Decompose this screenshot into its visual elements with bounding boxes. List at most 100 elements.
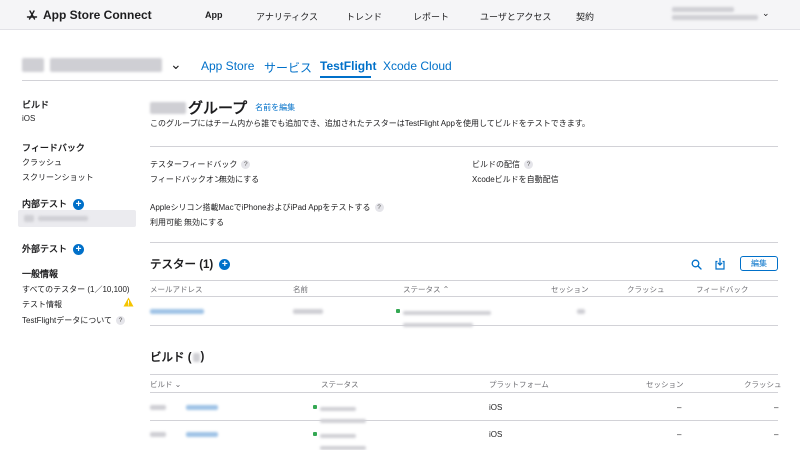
nav-reports[interactable]: レポート: [413, 10, 449, 23]
column-header-build[interactable]: ビルド ⌄: [150, 379, 181, 390]
nav-trends[interactable]: トレンド: [346, 10, 382, 23]
app-store-icon: [26, 10, 38, 20]
column-header-status[interactable]: ステータス ⌃: [403, 284, 449, 295]
build-distribution-label: ビルドの配信?: [472, 159, 533, 170]
group-description: このグループにはチーム内から誰でも追加でき、追加されたテスターはTestFlig…: [150, 119, 590, 128]
tester-email-redacted: [150, 309, 204, 314]
table-divider: [150, 296, 778, 297]
brand-name: App Store Connect: [43, 8, 152, 22]
build-platform: iOS: [489, 430, 503, 439]
column-header-crashes[interactable]: クラッシュ: [627, 284, 665, 295]
disable-apple-silicon-link[interactable]: 無効にする: [184, 217, 224, 228]
column-header-build-label: ビルド: [150, 380, 173, 389]
table-divider: [150, 420, 778, 421]
app-icon-redacted: [22, 57, 44, 72]
column-header-feedback[interactable]: フィードバック: [696, 284, 748, 295]
help-icon[interactable]: ?: [374, 203, 384, 213]
help-icon[interactable]: ?: [241, 160, 251, 170]
status-dot-icon: [313, 431, 317, 436]
chevron-down-icon: ⌄: [762, 8, 770, 18]
status-text-redacted: [403, 311, 491, 315]
divider: [150, 146, 778, 147]
build-version-redacted: [150, 432, 166, 437]
feedback-on-label: フィードバックオン: [150, 175, 222, 184]
column-header-platform[interactable]: プラットフォーム: [489, 379, 549, 390]
app-name-redacted: [50, 57, 162, 72]
column-header-email[interactable]: メールアドレス: [150, 284, 203, 295]
build-distribution-text: ビルドの配信: [472, 160, 520, 169]
add-internal-group-icon[interactable]: +: [73, 199, 85, 211]
tab-xcode-cloud[interactable]: Xcode Cloud: [383, 59, 452, 73]
sidebar-heading-external-label: 外部テスト: [22, 244, 68, 254]
sidebar-item-ios[interactable]: iOS: [22, 114, 35, 123]
table-divider: [150, 325, 778, 326]
add-tester-icon[interactable]: +: [219, 258, 231, 270]
auto-distribute-label: Xcodeビルドを自動配信: [472, 175, 559, 184]
chevron-up-icon: ⌃: [442, 285, 450, 294]
tab-app-store[interactable]: App Store: [201, 59, 254, 73]
sidebar-item-screenshots[interactable]: スクリーンショット: [22, 172, 94, 183]
export-icon[interactable]: [714, 257, 726, 270]
add-external-group-icon[interactable]: +: [73, 244, 85, 256]
sidebar-heading-general: 一般情報: [22, 269, 59, 279]
tester-name-redacted: [293, 309, 323, 314]
column-header-name[interactable]: 名前: [293, 284, 308, 295]
account-name-redacted: [672, 7, 734, 12]
builds-title-prefix: ビルド (: [150, 352, 192, 364]
apple-silicon-label: Appleシリコン搭載MacでiPhoneおよびiPad Appをテストする?: [150, 202, 384, 213]
group-name-redacted: [150, 101, 186, 114]
sidebar-item-internal-group[interactable]: [18, 210, 136, 227]
build-status-redacted: [320, 434, 356, 438]
sidebar-heading-internal-label: 内部テスト: [22, 199, 68, 209]
column-header-build-sessions[interactable]: セッション: [646, 379, 684, 390]
app-switcher[interactable]: ⌄: [22, 56, 182, 73]
build-number-redacted: [186, 432, 218, 437]
group-icon-redacted: [24, 215, 34, 222]
divider: [22, 80, 778, 81]
build-platform: iOS: [489, 403, 503, 412]
tab-testflight[interactable]: TestFlight: [320, 59, 376, 73]
testers-title-text: テスター (1): [150, 259, 214, 271]
build-crashes: –: [774, 430, 779, 439]
column-header-build-crashes[interactable]: クラッシュ: [744, 379, 782, 390]
nav-analytics[interactable]: アナリティクス: [256, 10, 318, 23]
build-date-redacted: [320, 446, 366, 450]
sidebar-heading-feedback: フィードバック: [22, 143, 85, 153]
tab-services[interactable]: サービス: [264, 59, 312, 76]
chevron-down-icon: ⌄: [170, 56, 182, 72]
top-bar: App Store Connect App アナリティクス トレンド レポート …: [0, 0, 800, 30]
status-dot-icon: [396, 308, 400, 313]
sidebar-heading-internal: 内部テスト +: [22, 197, 85, 211]
build-sessions: –: [677, 403, 682, 412]
help-icon[interactable]: ?: [116, 316, 125, 326]
sidebar-item-all-testers[interactable]: すべてのテスター (1／10,100): [22, 284, 130, 295]
sidebar-heading-external: 外部テスト +: [22, 242, 85, 256]
account-menu[interactable]: ⌄: [672, 7, 770, 20]
search-icon[interactable]: [691, 259, 702, 270]
table-divider: [150, 374, 778, 375]
build-status: [313, 425, 366, 450]
warning-icon: [123, 297, 134, 307]
status-dot-icon: [313, 404, 317, 409]
nav-users-access[interactable]: ユーザとアクセス: [480, 10, 551, 23]
nav-agreements[interactable]: 契約: [576, 10, 594, 23]
sidebar-heading-builds: ビルド: [22, 100, 50, 110]
brand[interactable]: App Store Connect: [26, 8, 152, 22]
builds-title-suffix: ): [200, 351, 205, 363]
column-header-build-status[interactable]: ステータス: [321, 379, 359, 390]
disable-feedback-link[interactable]: 無効にする: [219, 174, 259, 185]
sidebar-item-testflight-data[interactable]: TestFlightデータについて?: [22, 315, 125, 326]
sidebar-item-crashes[interactable]: クラッシュ: [22, 157, 62, 168]
build-sessions: –: [677, 430, 682, 439]
apple-silicon-text: Appleシリコン搭載MacでiPhoneおよびiPad Appをテストする: [150, 203, 371, 212]
edit-testers-button[interactable]: 編集: [740, 256, 778, 271]
build-count-redacted: [192, 352, 200, 362]
help-icon[interactable]: ?: [524, 160, 533, 170]
build-version-redacted: [150, 405, 166, 410]
edit-name-link[interactable]: 名前を編集: [255, 102, 295, 113]
available-label: 利用可能: [150, 218, 182, 227]
column-header-sessions[interactable]: セッション: [551, 284, 589, 295]
sidebar-item-test-info[interactable]: テスト情報: [22, 299, 62, 310]
nav-app[interactable]: App: [205, 10, 223, 20]
sessions-redacted: [577, 309, 585, 314]
